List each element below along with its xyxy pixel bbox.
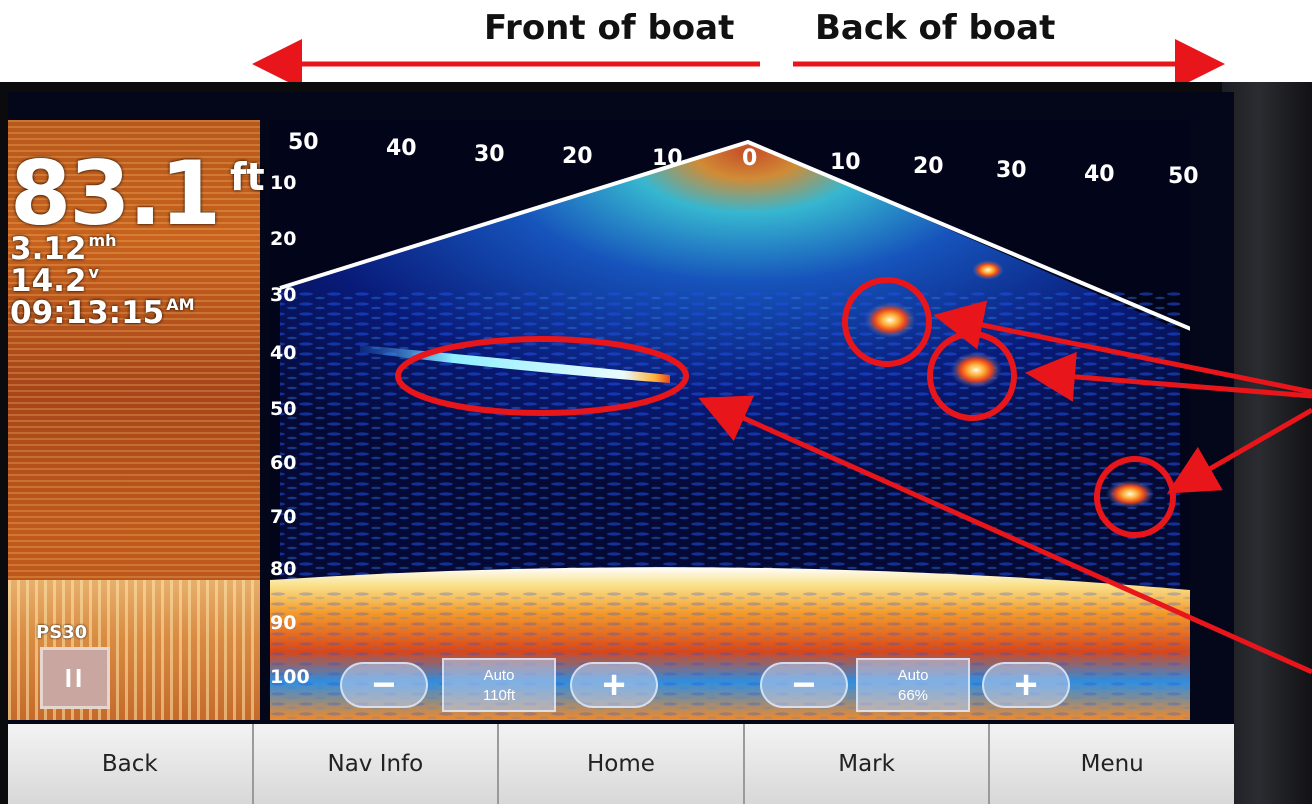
range-label: 20 [562, 144, 593, 169]
speed-unit: mh [88, 231, 117, 250]
range-label: 40 [1084, 162, 1115, 187]
time-readout: 09:13:15 AM [10, 295, 195, 331]
depth-scale-label: 50 [270, 398, 297, 420]
depth-zoom-out-button[interactable]: − [340, 662, 428, 708]
device-bezel-right [1222, 82, 1312, 804]
fish-target [1106, 480, 1154, 508]
gain-mode: Auto [897, 667, 929, 684]
range-label: 0 [742, 146, 758, 171]
fish-target [972, 260, 1004, 280]
transducer-label: PS30 [36, 622, 88, 643]
speed-readout: 3.12 mh [10, 231, 117, 267]
pause-icon: II [64, 662, 86, 693]
depth-scale-label: 60 [270, 452, 297, 474]
range-label: 50 [288, 130, 319, 155]
sonar-screen: 83.1 ft 3.12 mh 14.2 v 09:13:15 AM PS30 II [8, 92, 1234, 804]
voltage-unit: v [88, 263, 99, 282]
home-button[interactable]: Home [499, 724, 745, 804]
gain-value[interactable]: Auto 66% [856, 658, 970, 712]
range-label: 30 [996, 158, 1027, 183]
gain-increase-button[interactable]: + [982, 662, 1070, 708]
depth-readout: 83.1 [10, 142, 221, 245]
range-label: 20 [913, 154, 944, 179]
depth-scale-label: 80 [270, 558, 297, 580]
depth-scale-label: 10 [270, 172, 297, 194]
depth-scale-label: 20 [270, 228, 297, 250]
range-label: 30 [474, 142, 505, 167]
menu-bar: Back Nav Info Home Mark Menu [8, 724, 1234, 804]
depth-zoom-in-button[interactable]: + [570, 662, 658, 708]
range-label: 10 [830, 150, 861, 175]
depth-scale-label: 100 [270, 666, 310, 688]
fish-target [950, 352, 1002, 388]
menu-button[interactable]: Menu [990, 724, 1234, 804]
gain-control: − Auto 66% + [760, 658, 1080, 712]
front-of-boat-label: Front of boat [484, 8, 735, 48]
time-unit: AM [166, 295, 195, 314]
range-label: 10 [652, 146, 683, 171]
back-button[interactable]: Back [8, 724, 254, 804]
depth-range-value[interactable]: Auto 110ft [442, 658, 556, 712]
depth-range-control: − Auto 110ft + [340, 658, 660, 712]
livescope-sonar-view [270, 120, 1190, 720]
depth-unit: ft [230, 155, 265, 199]
gain-number: 66% [897, 687, 929, 704]
gain-decrease-button[interactable]: − [760, 662, 848, 708]
mark-button[interactable]: Mark [745, 724, 991, 804]
depth-scale-label: 30 [270, 284, 297, 306]
depth-scale-label: 70 [270, 506, 297, 528]
pause-button[interactable]: II [40, 647, 110, 709]
depth-range-mode: Auto [483, 667, 515, 684]
fish-target [864, 302, 916, 338]
voltage-readout: 14.2 v [10, 263, 99, 299]
speed-value: 3.12 [10, 231, 87, 267]
voltage-value: 14.2 [10, 263, 87, 299]
depth-scale-label: 40 [270, 342, 297, 364]
depth-scale-label: 90 [270, 612, 297, 634]
back-of-boat-label: Back of boat [815, 8, 1056, 48]
nav-info-button[interactable]: Nav Info [254, 724, 500, 804]
range-label: 50 [1168, 164, 1199, 189]
range-label: 40 [386, 136, 417, 161]
depth-range-number: 110ft [482, 687, 516, 704]
time-value: 09:13:15 [10, 295, 165, 331]
